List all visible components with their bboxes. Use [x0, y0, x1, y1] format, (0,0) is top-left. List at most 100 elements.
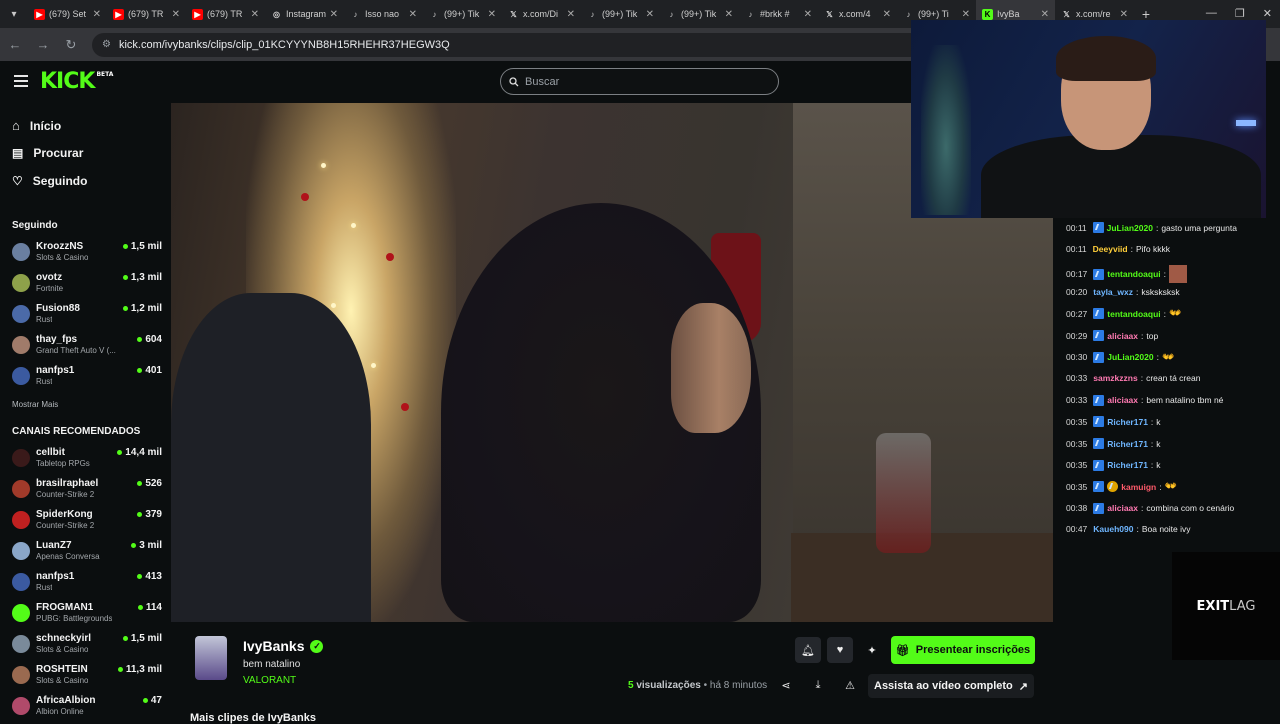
browser-tab[interactable]: ♪ (99+) Tik ✕: [581, 0, 660, 28]
chat-username[interactable]: Richer171: [1107, 460, 1148, 470]
channel-item[interactable]: thay_fps Grand Theft Auto V (... 604: [12, 333, 162, 359]
tree-light: [371, 363, 376, 368]
channel-item[interactable]: ROSHTEIN Slots & Casino 11,3 mil: [12, 663, 162, 689]
nav-home[interactable]: ⌂ Início: [12, 118, 61, 133]
browser-tab[interactable]: ♪ #brkk # ✕: [739, 0, 818, 28]
close-tab-icon[interactable]: ✕: [804, 9, 812, 20]
close-tab-icon[interactable]: ✕: [330, 9, 338, 20]
browser-tab[interactable]: ◎ Instagram ✕: [265, 0, 344, 28]
channel-name: nanfps1: [36, 365, 75, 376]
browser-tab[interactable]: ♪ (99+) Tik ✕: [423, 0, 502, 28]
chat-username[interactable]: aliciaax: [1107, 503, 1138, 513]
tiktok-icon: ♪: [906, 9, 911, 19]
chat-username[interactable]: Richer171: [1107, 439, 1148, 449]
download-button[interactable]: ⤓: [807, 674, 829, 696]
gift-subscriptions-button[interactable]: 🎁︎ Presentear inscrições: [891, 636, 1035, 664]
nav-following[interactable]: ♡ Seguindo: [12, 174, 87, 188]
restore-icon[interactable]: ❐: [1235, 7, 1245, 20]
chat-username[interactable]: Kaueh090: [1093, 524, 1133, 534]
hands-emote-icon: 👐: [1164, 481, 1178, 493]
close-tab-icon[interactable]: ✕: [93, 9, 101, 20]
share-button[interactable]: ⋖: [775, 674, 797, 696]
channel-category: PUBG: Battlegrounds: [36, 614, 113, 623]
channel-item[interactable]: FROGMAN1 PUBG: Battlegrounds 114: [12, 601, 162, 627]
browser-tab[interactable]: ▶ (679) Set ✕: [28, 0, 107, 28]
channel-avatar: [12, 305, 30, 323]
watch-full-video-button[interactable]: Assista ao vídeo completo ↗: [868, 674, 1034, 698]
chat-timestamp: 00:38: [1066, 503, 1088, 514]
channel-item[interactable]: schneckyirl Slots & Casino 1,5 mil: [12, 632, 162, 658]
report-button[interactable]: ⚠: [839, 674, 861, 696]
search-input[interactable]: [525, 75, 745, 88]
browser-tab[interactable]: ▶ (679) TR ✕: [186, 0, 265, 28]
menu-icon[interactable]: [14, 75, 28, 87]
back-icon[interactable]: ←: [8, 37, 22, 52]
close-tab-icon[interactable]: ✕: [883, 9, 891, 20]
browser-tab[interactable]: 𝕏x.com/Di ✕: [502, 0, 581, 28]
close-tab-icon[interactable]: ✕: [725, 9, 733, 20]
chat-username[interactable]: JuLian2020: [1107, 352, 1153, 362]
chat-username[interactable]: aliciaax: [1107, 395, 1138, 405]
chat-colon: :: [1136, 524, 1139, 535]
chat-text: bem natalino tbm né: [1146, 395, 1224, 406]
show-more-link[interactable]: Mostrar Mais: [12, 400, 58, 409]
chat-username[interactable]: Deeyviid: [1093, 244, 1128, 254]
close-tab-icon[interactable]: ✕: [1120, 9, 1128, 20]
chat-username[interactable]: samzkzzns: [1093, 373, 1137, 383]
clip-game-link[interactable]: VALORANT: [243, 675, 296, 686]
browser-tab[interactable]: ♪ (99+) Tik ✕: [660, 0, 739, 28]
close-tab-icon[interactable]: ✕: [962, 9, 970, 20]
browser-tab[interactable]: ▶ (679) TR ✕: [107, 0, 186, 28]
browser-tab-title: x.com/4: [839, 9, 871, 19]
close-tab-icon[interactable]: ✕: [1041, 9, 1049, 20]
close-tab-icon[interactable]: ✕: [567, 9, 575, 20]
chat-username[interactable]: kamuign: [1121, 482, 1156, 492]
channel-item[interactable]: nanfps1 Rust 413: [12, 570, 162, 596]
chat-username[interactable]: tentandoaqui: [1107, 269, 1160, 279]
youtube-icon: ▶: [192, 8, 203, 20]
browser-tab[interactable]: ♪ Isso nao ✕: [344, 0, 423, 28]
channel-item[interactable]: cellbit Tabletop RPGs 14,4 mil: [12, 446, 162, 472]
chat-message: 00:35 kamuign: 👐: [1066, 481, 1178, 493]
subscriber-badge-icon: [1093, 268, 1105, 280]
chat-username[interactable]: tayla_wxz: [1093, 287, 1133, 297]
close-tab-icon[interactable]: ✕: [172, 9, 180, 20]
site-info-icon[interactable]: ⚙: [102, 39, 111, 50]
streamer-name[interactable]: IvyBanks ✓: [243, 638, 324, 654]
close-tab-icon[interactable]: ✕: [409, 9, 417, 20]
kick-logo[interactable]: KICK BETA: [40, 69, 113, 94]
channel-item[interactable]: nanfps1 Rust 401: [12, 364, 162, 390]
channel-item[interactable]: Fusion88 Rust 1,2 mil: [12, 302, 162, 328]
streamer-avatar[interactable]: [195, 636, 227, 680]
channel-item[interactable]: AfricaAlbion Albion Online 47: [12, 694, 162, 720]
close-tab-icon[interactable]: ✕: [646, 9, 654, 20]
chat-message: 00:33 aliciaax: bem natalino tbm né: [1066, 394, 1224, 406]
reload-icon[interactable]: ↻: [64, 37, 78, 53]
sparkle-button[interactable]: ✦: [859, 637, 885, 663]
channel-item[interactable]: KroozzNS Slots & Casino 1,5 mil: [12, 240, 162, 266]
channel-category: Fortnite: [36, 284, 64, 293]
live-dot-icon: [137, 368, 143, 373]
notification-bell-button[interactable]: 🔔︎: [795, 637, 821, 663]
subscriber-badge-icon: [1092, 222, 1104, 233]
nav-browse[interactable]: ▤ Procurar: [12, 146, 83, 160]
close-tab-icon[interactable]: ✕: [488, 9, 496, 20]
channel-item[interactable]: LuanZ7 Apenas Conversa 3 mil: [12, 539, 162, 565]
close-window-icon[interactable]: ✕: [1263, 7, 1272, 20]
search-box[interactable]: [500, 68, 779, 95]
browser-tab[interactable]: 𝕏x.com/4 ✕: [818, 0, 897, 28]
heart-icon: ♥: [836, 644, 844, 656]
channel-item[interactable]: brasilraphael Counter-Strike 2 526: [12, 477, 162, 503]
chat-username[interactable]: tentandoaqui: [1107, 309, 1160, 319]
close-tab-icon[interactable]: ✕: [251, 9, 259, 20]
chat-username[interactable]: aliciaax: [1107, 331, 1138, 341]
channel-item[interactable]: ovotz Fortnite 1,3 mil: [12, 271, 162, 297]
tab-search-menu[interactable]: ▾: [0, 0, 28, 28]
follow-heart-button[interactable]: ♥: [827, 637, 853, 663]
channel-item[interactable]: SpiderKong Counter-Strike 2 379: [12, 508, 162, 534]
url-input[interactable]: ⚙ kick.com/ivybanks/clips/clip_01KCYYYNB…: [92, 32, 922, 57]
minimize-icon[interactable]: —: [1206, 7, 1217, 20]
chat-username[interactable]: Richer171: [1107, 417, 1148, 427]
chat-username[interactable]: JuLian2020: [1107, 223, 1153, 233]
forward-icon[interactable]: →: [36, 37, 50, 52]
